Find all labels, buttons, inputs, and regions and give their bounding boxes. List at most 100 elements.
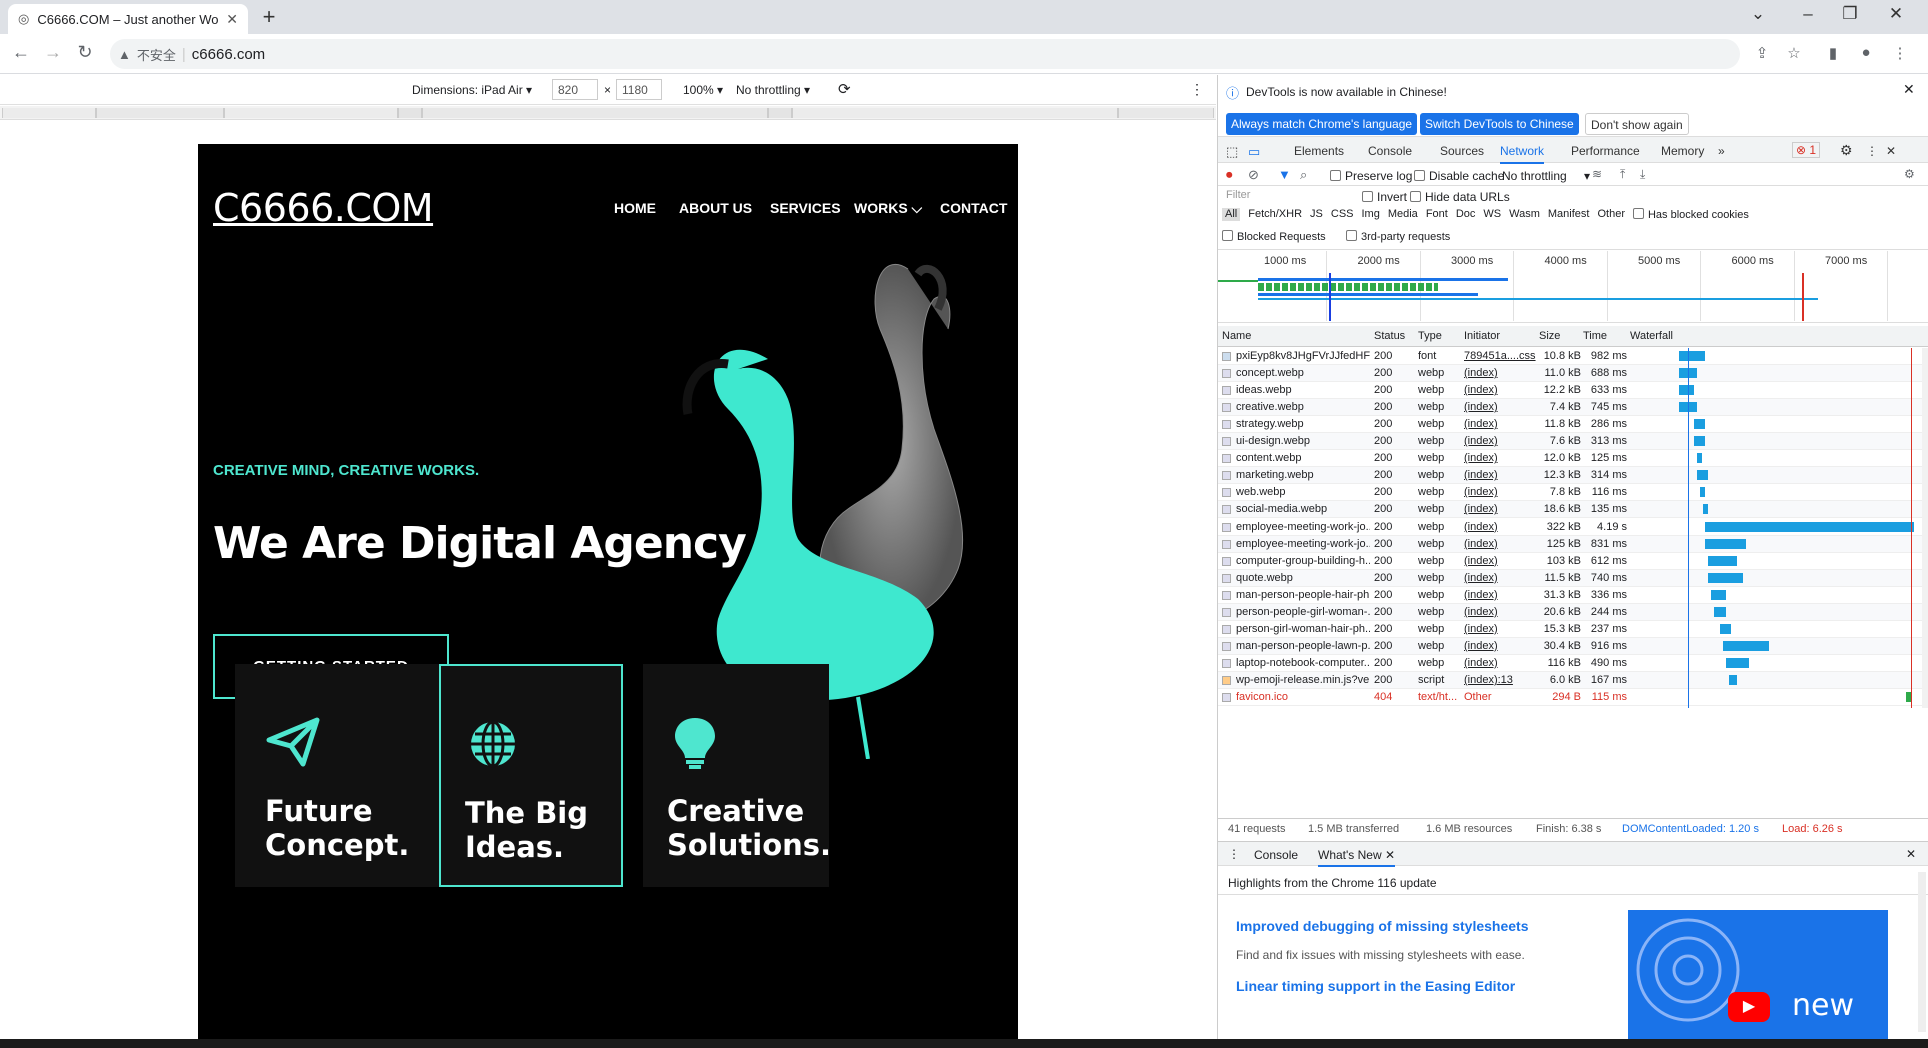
disable-cache-checkbox[interactable]: Disable cache (1414, 169, 1504, 183)
type-filter-img[interactable]: Img (1362, 208, 1380, 221)
clear-icon[interactable]: ⊘ (1248, 167, 1259, 183)
ruler-segment[interactable] (422, 108, 768, 118)
invert-checkbox[interactable]: Invert (1362, 190, 1407, 204)
nav-home[interactable]: HOME (614, 200, 656, 216)
dont-show-again-button[interactable]: Don't show again (1585, 113, 1689, 135)
url-text[interactable]: c6666.com (192, 46, 265, 63)
media-query-ruler[interactable] (0, 106, 1216, 120)
network-conditions-icon[interactable]: ≋ (1592, 167, 1602, 181)
whats-new-video-thumbnail[interactable]: ▶ new (1628, 910, 1888, 1040)
column-header[interactable]: Waterfall (1630, 326, 1673, 346)
cell-initiator[interactable]: (index) (1464, 570, 1536, 586)
table-row[interactable]: computer-group-building-h... 200 webp (inde… (1218, 553, 1928, 570)
height-input[interactable]: 1180 (616, 79, 662, 100)
hide-data-urls-checkbox[interactable]: Hide data URLs (1410, 190, 1510, 204)
network-overview-timeline[interactable]: 1000 ms 2000 ms 3000 ms 4000 ms 5000 ms 6000 … (1218, 251, 1928, 323)
type-filter-js[interactable]: JS (1310, 208, 1323, 221)
security-label[interactable]: 不安全 (137, 45, 176, 64)
column-header[interactable]: Name (1222, 326, 1251, 346)
column-header[interactable]: Size (1539, 326, 1560, 346)
filter-icon[interactable]: ▼ (1278, 167, 1291, 182)
type-filter-all[interactable]: All (1222, 208, 1241, 221)
more-options-icon[interactable]: ⋮ (1190, 81, 1204, 98)
cell-initiator[interactable]: (index) (1464, 484, 1536, 500)
table-row[interactable]: employee-meeting-work-jo... 200 webp (index… (1218, 519, 1928, 536)
column-header[interactable]: Initiator (1464, 326, 1500, 346)
minimize-icon[interactable]: – (1788, 4, 1828, 28)
feature-card-future-concept[interactable]: Future Concept. (235, 664, 461, 887)
share-icon[interactable]: ⇪ (1752, 44, 1772, 64)
close-infobar-icon[interactable]: ✕ (1903, 81, 1915, 98)
type-filter-ws[interactable]: WS (1483, 208, 1501, 221)
cell-initiator[interactable]: (index) (1464, 382, 1536, 398)
rotate-icon[interactable]: ⟳ (838, 80, 851, 98)
drawer-tab-whats-new[interactable]: What's New ✕ (1318, 848, 1396, 867)
table-row[interactable]: quote.webp 200 webp (index) 11.5 kB 740 ms (1218, 569, 1928, 587)
type-filter-css[interactable]: CSS (1331, 208, 1354, 221)
table-row[interactable]: man-person-people-hair-ph... 200 webp (inde… (1218, 587, 1928, 604)
devtools-menu-icon[interactable]: ⋮ (1866, 144, 1878, 158)
profile-avatar-icon[interactable]: ● (1856, 44, 1876, 64)
type-filter-doc[interactable]: Doc (1456, 208, 1476, 221)
feature-card-creative-solutions[interactable]: Creative Solutions. (643, 664, 831, 887)
import-har-icon[interactable]: ⤒ (1620, 167, 1625, 182)
checkbox-box[interactable] (1330, 170, 1341, 181)
table-row[interactable]: social-media.webp 200 webp (index) 18.6 kB 13… (1218, 501, 1928, 519)
back-icon[interactable]: ← (8, 42, 34, 66)
table-row[interactable]: content.webp 200 webp (index) 12.0 kB 125 ms (1218, 450, 1928, 468)
record-icon[interactable]: ⏺ (1226, 167, 1233, 183)
table-row[interactable]: concept.webp 200 webp (index) 11.0 kB 688 ms (1218, 365, 1928, 383)
cell-initiator[interactable]: (index) (1464, 587, 1536, 603)
table-row[interactable]: man-person-people-lawn-p... 200 webp (index… (1218, 637, 1928, 655)
cell-initiator[interactable]: (index) (1464, 365, 1536, 381)
network-settings-icon[interactable]: ⚙ (1904, 167, 1915, 181)
table-row[interactable]: person-people-girl-woman-... 200 webp (inde… (1218, 603, 1928, 621)
nav-works[interactable]: WORKS ⌵ (854, 200, 922, 217)
search-icon[interactable]: ⌕ (1300, 167, 1307, 183)
reload-icon[interactable]: ↻ (72, 42, 98, 66)
column-header[interactable]: Status (1374, 326, 1405, 346)
error-count-badge[interactable]: ⊗ 1 (1792, 142, 1821, 158)
ruler-segment[interactable] (768, 108, 792, 118)
checkbox-box[interactable] (1410, 191, 1421, 202)
tab-elements[interactable]: Elements (1294, 144, 1344, 158)
ruler-segment[interactable] (792, 108, 1118, 118)
tab-console[interactable]: Console (1368, 144, 1412, 158)
cell-initiator[interactable]: (index) (1464, 536, 1536, 552)
cell-initiator[interactable]: (index) (1464, 638, 1536, 654)
has-blocked-cookies-checkbox[interactable]: Has blocked cookies (1632, 208, 1749, 221)
cell-initiator[interactable]: (index) (1464, 655, 1536, 671)
export-har-icon[interactable]: ⤓ (1640, 167, 1645, 182)
forward-icon[interactable]: → (40, 42, 66, 66)
menu-kebab-icon[interactable]: ⋮ (1890, 44, 1910, 64)
checkbox-box[interactable] (1414, 170, 1425, 181)
close-drawer-icon[interactable]: ✕ (1906, 847, 1916, 861)
whats-new-link-easing[interactable]: Linear timing support in the Easing Edit… (1236, 978, 1515, 994)
close-tab-icon[interactable]: ✕ (226, 11, 238, 28)
column-header[interactable]: Type (1418, 326, 1442, 346)
type-filter-wasm[interactable]: Wasm (1509, 208, 1540, 221)
cell-initiator[interactable]: (index) (1464, 553, 1536, 569)
site-logo[interactable]: C6666.COM (213, 186, 434, 230)
drawer-scrollbar[interactable] (1918, 872, 1926, 1032)
table-row[interactable]: pxiEyp8kv8JHgFVrJJfedHFH... 200 font 789451… (1218, 348, 1928, 365)
cell-initiator[interactable]: (index) (1464, 450, 1536, 466)
table-row[interactable]: favicon.ico 404 text/ht... Other 294 B 115 ms (1218, 689, 1928, 706)
table-row[interactable]: ideas.webp 200 webp (index) 12.2 kB 633 ms (1218, 382, 1928, 400)
maximize-icon[interactable]: ❐ (1830, 4, 1870, 28)
table-row[interactable]: laptop-notebook-computer... 200 webp (index… (1218, 655, 1928, 672)
close-window-icon[interactable]: ✕ (1876, 4, 1916, 28)
drawer-tab-console[interactable]: Console (1254, 848, 1298, 862)
nav-about-us[interactable]: ABOUT US (679, 200, 752, 216)
third-party-checkbox[interactable]: 3rd-party requests (1346, 230, 1450, 243)
ruler-segment[interactable] (2, 108, 96, 118)
nav-services[interactable]: SERVICES (770, 200, 841, 216)
zoom-dropdown[interactable]: 100% ▾ (683, 83, 723, 97)
throttling-dropdown[interactable]: No throttling ▾ (1502, 169, 1590, 183)
drawer-menu-icon[interactable]: ⋮ (1228, 847, 1240, 861)
checkbox-box[interactable] (1222, 230, 1233, 241)
whats-new-link-stylesheets[interactable]: Improved debugging of missing stylesheet… (1236, 918, 1529, 934)
table-row[interactable]: web.webp 200 webp (index) 7.8 kB 116 ms (1218, 484, 1928, 502)
ruler-segment[interactable] (398, 108, 422, 118)
settings-gear-icon[interactable]: ⚙ (1840, 142, 1853, 159)
